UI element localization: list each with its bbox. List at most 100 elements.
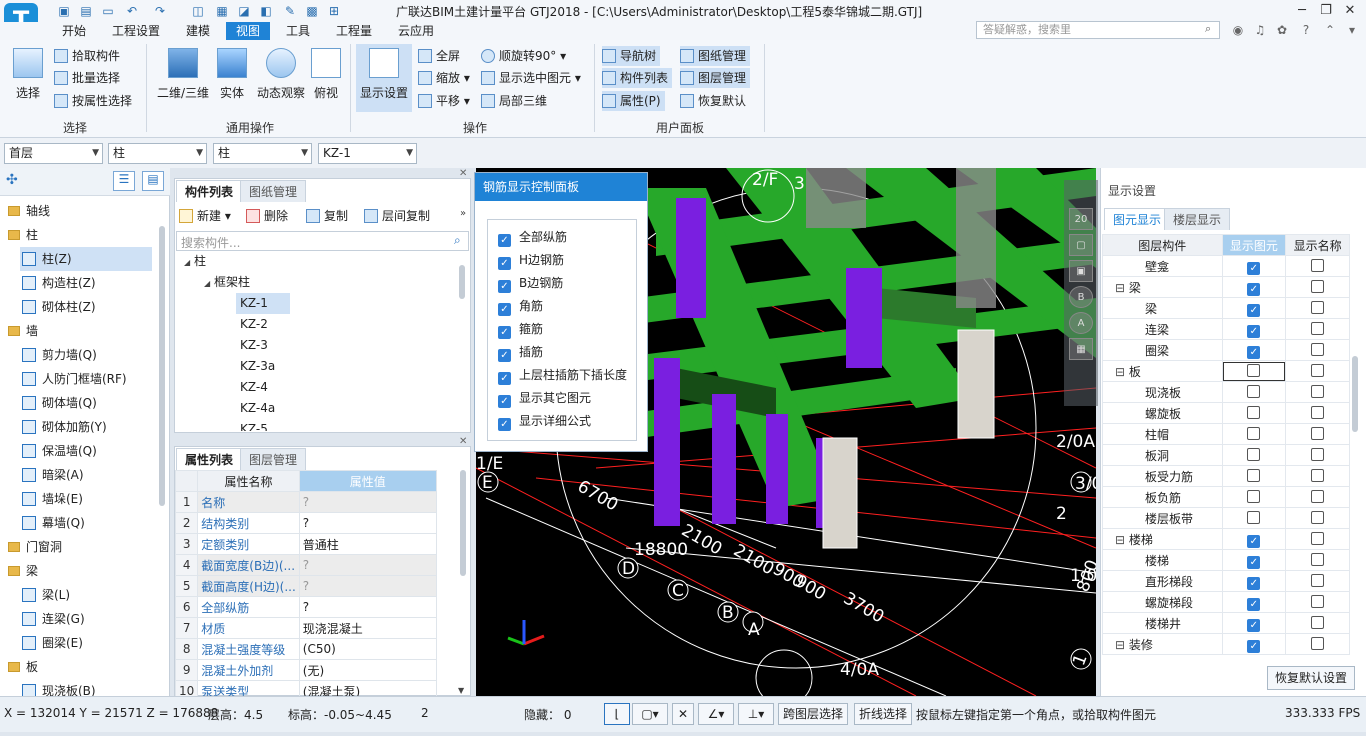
display-row[interactable]: 螺旋梯段 ✓ [1102, 591, 1350, 613]
checkbox-checked-icon[interactable]: ✓ [498, 395, 511, 408]
tab-component-list[interactable]: 构件列表 [176, 180, 243, 202]
tree-node-column[interactable]: ◢ 柱 [184, 251, 206, 272]
display-row[interactable]: 现浇板 [1102, 381, 1350, 403]
nav-item[interactable]: 幕墙(Q) [0, 511, 158, 535]
ortho-icon[interactable]: ⌊ [604, 703, 630, 725]
property-value[interactable]: (无) [298, 659, 437, 681]
show-element-checkbox[interactable] [1247, 406, 1261, 419]
box-icon[interactable]: ▣ [1069, 260, 1093, 282]
property-value[interactable]: ? [298, 491, 437, 513]
checkbox-checked-icon[interactable]: ✓ [498, 326, 511, 339]
minimize-button[interactable]: ─ [1290, 2, 1314, 20]
display-row[interactable]: ⊟ 楼梯 ✓ [1102, 528, 1350, 550]
restore-default-settings-button[interactable]: 恢复默认设置 [1267, 666, 1356, 690]
checkbox-checked-icon[interactable]: ✓ [498, 257, 511, 270]
rebar-option[interactable]: ✓ 箍筋 [488, 318, 636, 341]
property-row[interactable]: 8 混凝土强度等级 (C50) [174, 638, 437, 660]
delete-component-button[interactable]: 删除 [246, 206, 288, 226]
display-settings-button[interactable]: 显示设置 [356, 44, 412, 112]
menu-tools[interactable]: 工具 [278, 22, 318, 40]
show-name-checkbox[interactable] [1311, 385, 1325, 398]
show-name-checkbox[interactable] [1311, 448, 1325, 461]
nav-item[interactable]: 连梁(G) [0, 607, 158, 631]
property-value[interactable]: ? [298, 575, 437, 597]
display-row[interactable]: ⊟ 装修 ✓ [1102, 633, 1350, 655]
checkbox-checked-icon[interactable]: ✓ [498, 372, 511, 385]
polyline-select-button[interactable]: 折线选择 [854, 703, 913, 725]
redo-icon[interactable]: ↷ [152, 3, 168, 19]
list-view-icon[interactable]: ☰ [113, 171, 135, 191]
display-scrollbar[interactable] [1352, 356, 1358, 432]
show-name-checkbox[interactable] [1311, 343, 1325, 356]
menu-cloud[interactable]: 云应用 [390, 22, 442, 40]
show-name-checkbox[interactable] [1311, 427, 1325, 440]
property-value[interactable]: ? [298, 554, 437, 576]
display-row[interactable]: 板受力筋 [1102, 465, 1350, 487]
angle-icon[interactable]: ∠▾ [698, 703, 734, 725]
restore-default-button[interactable]: 恢复默认 [680, 91, 746, 111]
nav-tree-button[interactable]: 导航树 [602, 46, 661, 66]
cross-layer-select-button[interactable]: 跨图层选择 [778, 703, 849, 725]
tab-drawing-management[interactable]: 图纸管理 [240, 180, 307, 202]
nav-item[interactable]: 轴线 [0, 199, 158, 223]
collapse-icon[interactable]: ⊟ [1115, 533, 1129, 547]
tab-layer-management[interactable]: 图层管理 [240, 448, 307, 470]
floor-copy-button[interactable]: 层间复制 [364, 206, 430, 226]
property-row[interactable]: 1 名称? [174, 491, 437, 513]
tree-item-kz-4[interactable]: KZ-4 [240, 377, 268, 398]
property-row[interactable]: 7 材质 现浇混凝土 [174, 617, 437, 639]
axis-icon[interactable]: ⊞ [326, 3, 342, 19]
nav-item[interactable]: 圈梁(E) [0, 631, 158, 655]
layer-icon[interactable]: ◪ [236, 3, 252, 19]
ribbon-toggle-icon[interactable]: ⌃ [1322, 22, 1338, 38]
floor-select[interactable]: 首层 ▼ [4, 143, 103, 164]
nav-item[interactable]: 砌体加筋(Y) [0, 415, 158, 439]
checkbox-checked-icon[interactable]: ✓ [498, 234, 511, 247]
display-row[interactable]: 直形梯段 ✓ [1102, 570, 1350, 592]
display-row[interactable]: ⊟ 板 [1102, 360, 1350, 382]
display-row[interactable]: 螺旋板 [1102, 402, 1350, 424]
show-element-checkbox[interactable]: ✓ [1247, 555, 1261, 569]
display-row[interactable]: 壁龛 ✓ [1102, 255, 1350, 277]
display-row[interactable]: 梁 ✓ [1102, 297, 1350, 319]
new-component-button[interactable]: 新建 ▾ [179, 206, 231, 226]
show-name-checkbox[interactable] [1311, 595, 1325, 608]
rebar-option[interactable]: ✓ 角筋 [488, 295, 636, 318]
nav-item[interactable]: 墙垛(E) [0, 487, 158, 511]
component-select[interactable]: KZ-1 ▼ [318, 143, 417, 164]
menu-modeling[interactable]: 建模 [178, 22, 218, 40]
nav-item[interactable]: 砌体柱(Z) [0, 295, 158, 319]
display-row[interactable]: ⊟ 梁 ✓ [1102, 276, 1350, 298]
show-element-checkbox[interactable] [1247, 385, 1261, 398]
scroll-down-icon[interactable]: ▼ [458, 686, 464, 695]
display-row[interactable]: 连梁 ✓ [1102, 318, 1350, 340]
show-name-checkbox[interactable] [1311, 532, 1325, 545]
show-name-checkbox[interactable] [1311, 301, 1325, 314]
select-by-property-button[interactable]: 按属性选择 [54, 91, 132, 111]
checkbox-checked-icon[interactable]: ✓ [498, 280, 511, 293]
close-icon[interactable]: ✕ [459, 436, 467, 447]
rotate-90-button[interactable]: 顺旋转90° ▾ [481, 46, 566, 66]
show-element-checkbox[interactable] [1247, 511, 1261, 524]
show-element-checkbox[interactable] [1247, 427, 1261, 440]
property-row[interactable]: 2 结构类别? [174, 512, 437, 534]
nav-item[interactable]: 梁 [0, 559, 158, 583]
collapse-icon[interactable]: ⊟ [1115, 281, 1129, 295]
component-list-button[interactable]: 构件列表 [602, 68, 673, 88]
view-icon[interactable]: ◫ [190, 3, 206, 19]
show-name-checkbox[interactable] [1311, 259, 1325, 272]
nav-item[interactable]: 人防门框墙(RF) [0, 367, 158, 391]
view-b-button[interactable]: B [1069, 286, 1093, 308]
show-element-checkbox[interactable] [1247, 490, 1261, 503]
tab-property-list[interactable]: 属性列表 [176, 448, 243, 470]
show-name-checkbox[interactable] [1311, 637, 1325, 650]
nav-item[interactable]: 保温墙(Q) [0, 439, 158, 463]
close-icon[interactable]: ✕ [459, 168, 467, 179]
tree-item-kz-1[interactable]: KZ-1 [236, 293, 290, 314]
show-element-checkbox[interactable]: ✓ [1247, 639, 1261, 653]
show-element-checkbox[interactable] [1247, 364, 1261, 377]
grid-icon[interactable]: ▩ [304, 3, 320, 19]
card-view-icon[interactable]: ▤ [142, 171, 164, 191]
display-row[interactable]: 板洞 [1102, 444, 1350, 466]
show-name-checkbox[interactable] [1311, 574, 1325, 587]
